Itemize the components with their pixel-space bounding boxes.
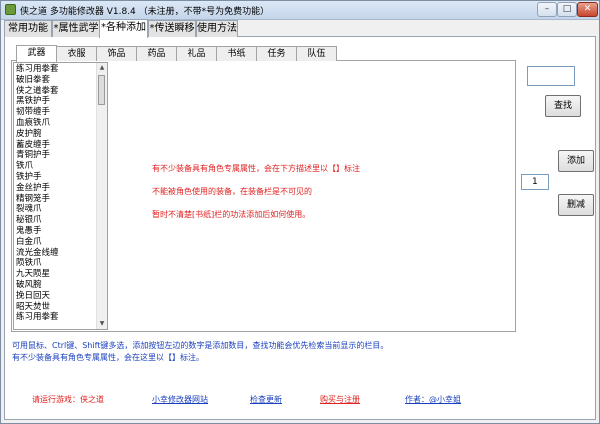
subtab-party[interactable]: 队伍 [296, 46, 337, 61]
list-item[interactable]: 秘银爪 [16, 215, 98, 226]
list-item[interactable]: 挽日回天 [16, 291, 98, 302]
list-item[interactable]: 韧带缠手 [16, 107, 98, 118]
app-icon [5, 4, 16, 15]
minimize-button[interactable]: – [537, 2, 557, 17]
item-list[interactable]: 练习用拳套 破旧拳套 侠之道拳套 黑铁护手 韧带缠手 血痕铁爪 皮护腕 蓄皮缠手… [13, 62, 108, 330]
list-item[interactable]: 练习用拳套 [16, 64, 98, 75]
purchase-link[interactable]: 购买与注册 [320, 394, 360, 405]
subtab-accessory[interactable]: 饰品 [96, 46, 137, 61]
info-line-books: 暂时不清楚[书纸]栏的功法添加后如何使用。 [152, 210, 311, 219]
maximize-button[interactable]: □ [557, 2, 577, 17]
list-item[interactable]: 破风腕 [16, 280, 98, 291]
tab-attributes[interactable]: *属性武学 [52, 20, 100, 37]
website-link[interactable]: 小幸修改器网站 [152, 394, 208, 405]
subtab-quest[interactable]: 任务 [256, 46, 297, 61]
tab-teleport[interactable]: *传送瞬移 [148, 20, 196, 37]
list-item[interactable]: 裂魂爪 [16, 204, 98, 215]
window-title: 侠之道 多功能修改器 V1.8.4 （未注册，不带*号为免费功能） [20, 7, 270, 17]
author-link[interactable]: 作者：@小幸姐 [405, 394, 461, 405]
run-game-status: 请运行游戏：侠之道 [32, 395, 104, 404]
list-item[interactable]: 侠之道拳套 [16, 86, 98, 97]
add-button[interactable]: 添加 [558, 150, 594, 172]
subtab-medicine[interactable]: 药品 [136, 46, 177, 61]
list-item[interactable]: 鬼愚手 [16, 226, 98, 237]
list-item[interactable]: 流光金线缠 [16, 248, 98, 259]
list-item[interactable]: 青铜护手 [16, 150, 98, 161]
list-item[interactable]: 铁护手 [16, 172, 98, 183]
subtab-books[interactable]: 书纸 [216, 46, 257, 61]
list-item[interactable]: 白金爪 [16, 237, 98, 248]
subtab-clothes[interactable]: 衣服 [56, 46, 97, 61]
check-update-link[interactable]: 检查更新 [250, 394, 282, 405]
delete-button[interactable]: 删减 [558, 194, 594, 216]
list-item[interactable]: 蓄皮缠手 [16, 140, 98, 151]
tab-usage[interactable]: 使用方法 [196, 20, 238, 37]
subtab-weapon[interactable]: 武器 [16, 45, 57, 62]
scroll-down-icon[interactable]: ▼ [98, 320, 106, 328]
list-item[interactable]: 练习用拳套 [16, 312, 98, 323]
subtab-gift[interactable]: 礼品 [176, 46, 217, 61]
list-item[interactable]: 九天陨星 [16, 269, 98, 280]
list-item[interactable]: 金丝护手 [16, 183, 98, 194]
close-button[interactable]: ✕ [577, 2, 598, 17]
list-item[interactable]: 陨铁爪 [16, 258, 98, 269]
info-line-invisible: 不能被角色使用的装备，在装备栏是不可见的 [152, 187, 312, 196]
scroll-up-icon[interactable]: ▲ [98, 64, 106, 72]
usage-hint: 可用鼠标、Ctrl键、Shift键多选，添加按钮左边的数字是添加数目，查找功能会… [12, 341, 389, 350]
list-item[interactable]: 精钢笼手 [16, 194, 98, 205]
search-button[interactable]: 查找 [545, 95, 581, 117]
list-item[interactable]: 破旧拳套 [16, 75, 98, 86]
quantity-input[interactable]: 1 [521, 174, 549, 190]
list-item[interactable]: 铁爪 [16, 161, 98, 172]
info-line-exclusive: 有不少装备具有角色专属属性，会在下方描述里以【】标注 [152, 164, 360, 173]
exclusive-hint: 有不少装备具有角色专属属性，会在这里以【】标注。 [12, 353, 204, 362]
search-input[interactable] [527, 66, 575, 86]
list-item[interactable]: 血痕铁爪 [16, 118, 98, 129]
tab-common[interactable]: 常用功能 [4, 20, 52, 37]
scroll-thumb[interactable] [98, 75, 105, 105]
tab-add-items[interactable]: *各种添加 [99, 19, 148, 38]
list-item[interactable]: 黑铁护手 [16, 96, 98, 107]
list-scrollbar[interactable]: ▲ ▼ [96, 63, 107, 329]
list-item[interactable]: 昭天焚世 [16, 302, 98, 313]
title-bar[interactable]: 侠之道 多功能修改器 V1.8.4 （未注册，不带*号为免费功能） – □ ✕ [1, 1, 599, 20]
list-item[interactable]: 皮护腕 [16, 129, 98, 140]
